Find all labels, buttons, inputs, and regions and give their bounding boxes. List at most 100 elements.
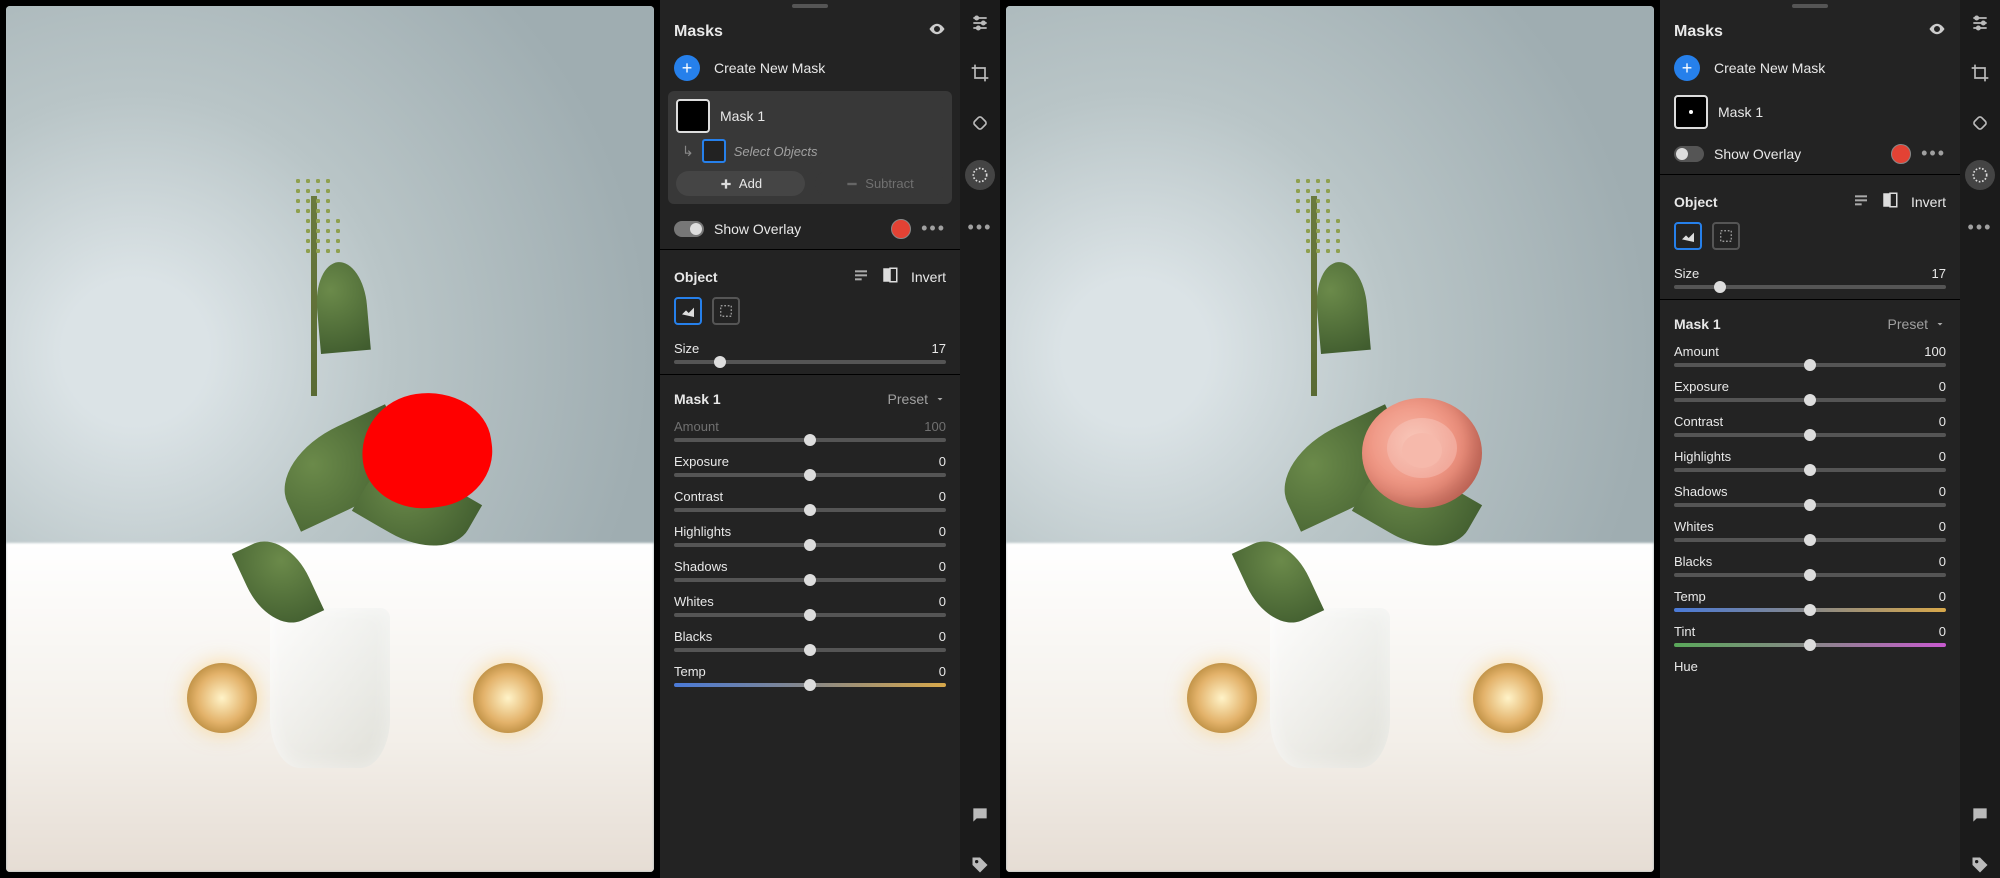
brush-select-mode[interactable] — [674, 297, 702, 325]
create-mask-button[interactable]: + — [674, 55, 700, 81]
invert-label[interactable]: Invert — [1911, 194, 1946, 210]
highlights-value[interactable]: 0 — [1939, 449, 1946, 464]
preset-dropdown[interactable]: Preset — [888, 391, 946, 407]
mask-item[interactable]: Mask 1 ↳ Select Objects Add Subtract — [668, 91, 952, 204]
select-objects-label: Select Objects — [734, 144, 818, 159]
temp-slider[interactable] — [1674, 608, 1946, 612]
invert-icon[interactable] — [881, 266, 899, 287]
show-overlay-toggle[interactable] — [674, 221, 704, 237]
whites-slider[interactable] — [674, 613, 946, 617]
highlights-slider[interactable] — [674, 543, 946, 547]
right-edit-panel: Masks + Create New Mask Mask 1 Show Over… — [1660, 0, 1960, 878]
contrast-label: Contrast — [1674, 414, 1723, 429]
blacks-value[interactable]: 0 — [939, 629, 946, 644]
amount-slider[interactable] — [1674, 363, 1946, 367]
adjust-tool-icon[interactable] — [967, 10, 993, 36]
panel-drag-handle[interactable] — [792, 4, 828, 8]
size-label: Size — [1674, 266, 1699, 281]
comment-tool-icon[interactable] — [967, 802, 993, 828]
contrast-slider[interactable] — [1674, 433, 1946, 437]
mask-component-thumbnail[interactable] — [702, 139, 726, 163]
size-value[interactable]: 17 — [1932, 266, 1946, 281]
add-to-mask-button[interactable]: Add — [676, 171, 805, 196]
whites-value[interactable]: 0 — [939, 594, 946, 609]
exposure-value[interactable]: 0 — [939, 454, 946, 469]
create-mask-button[interactable]: + — [1674, 55, 1700, 81]
subtract-from-mask-button[interactable]: Subtract — [815, 171, 944, 196]
mask-tool-icon[interactable] — [1965, 160, 1995, 190]
adjust-tool-icon[interactable] — [1967, 10, 1993, 36]
amount-value[interactable]: 100 — [1924, 344, 1946, 359]
exposure-value[interactable]: 0 — [1939, 379, 1946, 394]
size-value[interactable]: 17 — [932, 341, 946, 356]
more-options-icon[interactable]: ••• — [921, 218, 946, 239]
shadows-slider[interactable] — [674, 578, 946, 582]
amount-label: Amount — [1674, 344, 1719, 359]
more-tool-icon[interactable]: ••• — [967, 214, 993, 240]
shadows-value[interactable]: 0 — [1939, 484, 1946, 499]
right-toolrail: ••• — [1960, 0, 2000, 878]
comment-tool-icon[interactable] — [1967, 802, 1993, 828]
invert-icon[interactable] — [1881, 191, 1899, 212]
panel-drag-handle[interactable] — [1792, 4, 1828, 8]
tag-tool-icon[interactable] — [967, 852, 993, 878]
size-slider[interactable] — [674, 360, 946, 364]
highlights-value[interactable]: 0 — [939, 524, 946, 539]
mask-name-edit-icon[interactable] — [1853, 192, 1869, 211]
shadows-label: Shadows — [1674, 484, 1727, 499]
overlay-color-swatch[interactable] — [1891, 144, 1911, 164]
blacks-slider[interactable] — [1674, 573, 1946, 577]
left-edit-panel: Masks + Create New Mask Mask 1 ↳ Select … — [660, 0, 960, 878]
exposure-slider[interactable] — [1674, 398, 1946, 402]
whites-label: Whites — [1674, 519, 1714, 534]
rect-select-mode[interactable] — [712, 297, 740, 325]
mask-name-edit-icon[interactable] — [853, 267, 869, 286]
whites-slider[interactable] — [1674, 538, 1946, 542]
preset-dropdown[interactable]: Preset — [1888, 316, 1946, 332]
amount-value[interactable]: 100 — [924, 419, 946, 434]
shadows-value[interactable]: 0 — [939, 559, 946, 574]
overlay-color-swatch[interactable] — [891, 219, 911, 239]
whites-value[interactable]: 0 — [1939, 519, 1946, 534]
contrast-value[interactable]: 0 — [1939, 414, 1946, 429]
object-section-title: Object — [1674, 194, 1718, 210]
invert-label[interactable]: Invert — [911, 269, 946, 285]
create-mask-label[interactable]: Create New Mask — [714, 60, 825, 76]
more-tool-icon[interactable]: ••• — [1967, 214, 1993, 240]
shadows-slider[interactable] — [1674, 503, 1946, 507]
mask-item[interactable]: Mask 1 — [1660, 91, 1960, 137]
exposure-slider[interactable] — [674, 473, 946, 477]
highlights-slider[interactable] — [1674, 468, 1946, 472]
create-mask-label[interactable]: Create New Mask — [1714, 60, 1825, 76]
highlights-label: Highlights — [674, 524, 731, 539]
brush-select-mode[interactable] — [1674, 222, 1702, 250]
tint-value[interactable]: 0 — [1939, 624, 1946, 639]
right-canvas[interactable] — [1000, 0, 1660, 878]
blacks-value[interactable]: 0 — [1939, 554, 1946, 569]
tint-slider[interactable] — [1674, 643, 1946, 647]
tag-tool-icon[interactable] — [1967, 852, 1993, 878]
photo-sprig — [1311, 196, 1317, 396]
blacks-slider[interactable] — [674, 648, 946, 652]
rect-select-mode[interactable] — [1712, 222, 1740, 250]
contrast-slider[interactable] — [674, 508, 946, 512]
amount-slider[interactable] — [674, 438, 946, 442]
mask-thumbnail[interactable] — [676, 99, 710, 133]
temp-value[interactable]: 0 — [1939, 589, 1946, 604]
heal-tool-icon[interactable] — [1967, 110, 1993, 136]
temp-slider[interactable] — [674, 683, 946, 687]
size-slider[interactable] — [1674, 285, 1946, 289]
mask-tool-icon[interactable] — [965, 160, 995, 190]
left-canvas[interactable] — [0, 0, 660, 878]
tint-label: Tint — [1674, 624, 1695, 639]
contrast-value[interactable]: 0 — [939, 489, 946, 504]
crop-tool-icon[interactable] — [1967, 60, 1993, 86]
visibility-toggle-icon[interactable] — [928, 20, 946, 43]
temp-value[interactable]: 0 — [939, 664, 946, 679]
more-options-icon[interactable]: ••• — [1921, 143, 1946, 164]
heal-tool-icon[interactable] — [967, 110, 993, 136]
visibility-toggle-icon[interactable] — [1928, 20, 1946, 43]
mask-thumbnail[interactable] — [1674, 95, 1708, 129]
show-overlay-toggle[interactable] — [1674, 146, 1704, 162]
crop-tool-icon[interactable] — [967, 60, 993, 86]
